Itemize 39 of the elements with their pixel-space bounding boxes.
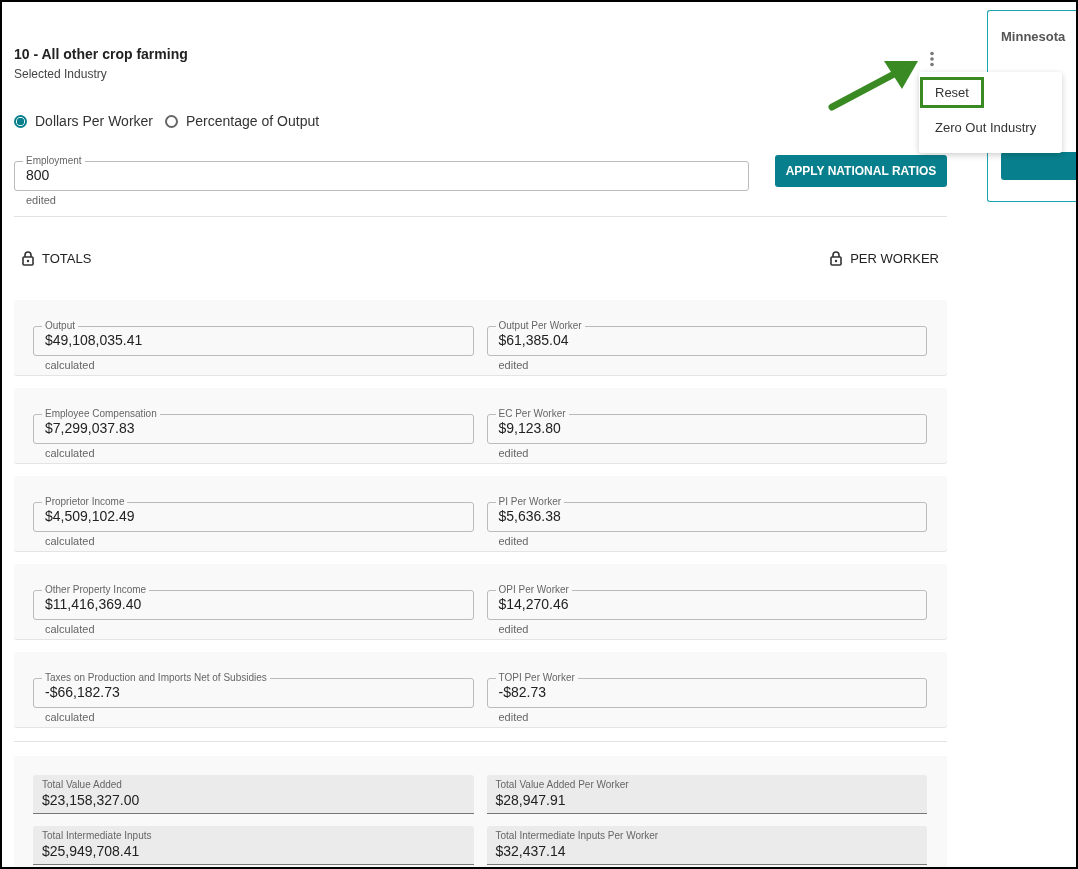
lock-icon[interactable] (830, 251, 843, 266)
value-field[interactable]: EC Per Worker $9,123.80 (486, 408, 927, 444)
readonly-field: Total Intermediate Inputs $25,949,708.41 (33, 826, 474, 865)
status-text: calculated (45, 447, 96, 459)
status-text: edited (26, 194, 57, 206)
value-field[interactable]: Proprietor Income $4,509,102.49 (33, 496, 474, 532)
status-text: edited (498, 359, 530, 371)
status-text: edited (498, 535, 530, 547)
industry-subtitle: Selected Industry (14, 67, 108, 81)
more-options-icon[interactable] (929, 51, 935, 67)
menu-item[interactable]: Reset (920, 77, 984, 108)
value-field[interactable]: Output Per Worker $61,385.04 (486, 320, 927, 356)
radio-option[interactable]: Dollars Per Worker (14, 113, 153, 129)
status-text: calculated (45, 535, 96, 547)
readonly-field: Total Value Added $23,158,327.00 (33, 775, 474, 814)
readonly-field: Total Intermediate Inputs Per Worker $32,437.14 (486, 826, 927, 865)
totals-heading: TOTALS (42, 251, 92, 266)
value-field[interactable]: TOPI Per Worker -$82.73 (486, 672, 927, 708)
value-field[interactable]: Other Property Income $11,416,369.40 (33, 584, 474, 620)
lock-icon[interactable] (22, 251, 34, 266)
status-text: edited (498, 623, 530, 635)
per-worker-heading: PER WORKER (850, 251, 939, 266)
industry-title: 10 - All other crop farming (14, 46, 188, 62)
status-text: edited (498, 447, 530, 459)
value-field[interactable]: Taxes on Production and Imports Net of Subsidies -$66,182.73 (33, 672, 474, 708)
side-card-title: Minnesota (1001, 29, 1067, 44)
value-field[interactable]: PI Per Worker $5,636.38 (486, 496, 927, 532)
status-text: calculated (45, 711, 96, 723)
value-field[interactable]: Employee Compensation $7,299,037.83 (33, 408, 474, 444)
status-text: edited (498, 711, 530, 723)
apply-national-ratios-button[interactable]: APPLY NATIONAL RATIOS (775, 155, 947, 187)
status-text: calculated (45, 623, 96, 635)
readonly-field: Total Value Added Per Worker $28,947.91 (486, 775, 927, 814)
menu-item[interactable]: Zero Out Industry (920, 112, 1052, 143)
value-field[interactable]: OPI Per Worker $14,270.46 (486, 584, 927, 620)
value-field[interactable]: Output $49,108,035.41 (33, 320, 474, 356)
radio-option[interactable]: Percentage of Output (165, 113, 320, 129)
employment-field[interactable]: Employment 800 (14, 155, 749, 191)
status-text: calculated (45, 359, 96, 371)
